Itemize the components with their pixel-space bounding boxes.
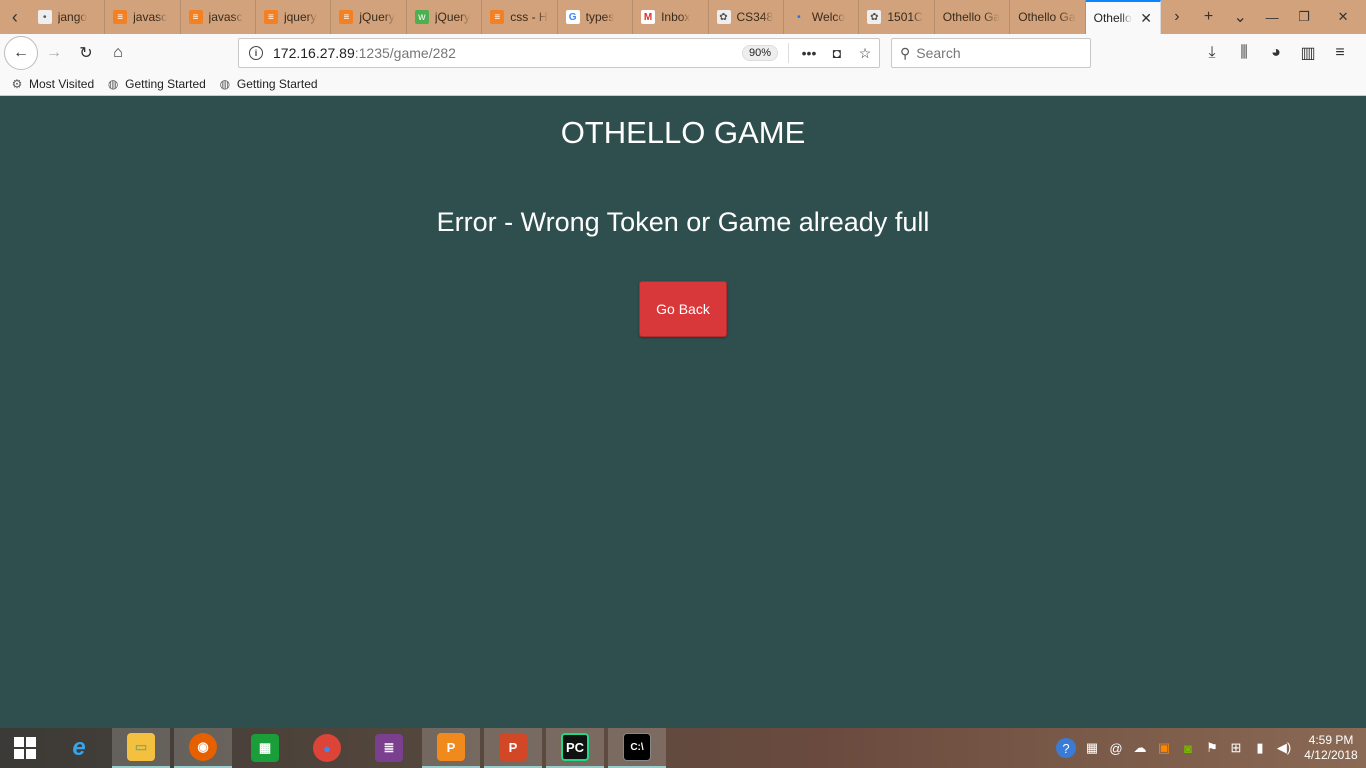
navigation-toolbar: ← → ↻ ⌂ i 172.16.27.89:1235/game/282 90%… bbox=[0, 34, 1366, 72]
tab-strip: ‹ • jango ≡ javasc ≡ javasc ≡ jquery ≡ jQuery… bbox=[0, 0, 1366, 34]
at-sign-icon[interactable]: @ bbox=[1104, 741, 1128, 756]
tab[interactable]: ≡ css - H bbox=[482, 0, 558, 34]
internet-explorer-icon[interactable]: e bbox=[50, 728, 108, 768]
google-icon: G bbox=[565, 10, 580, 24]
winrar-icon[interactable]: ≣ bbox=[360, 728, 418, 768]
stackoverflow-icon: ≡ bbox=[263, 10, 278, 24]
tab[interactable]: Othello Ga bbox=[1010, 0, 1086, 34]
restore-window-icon[interactable]: ❐ bbox=[1288, 0, 1320, 34]
library-icon[interactable]: ⫼ bbox=[1228, 44, 1260, 62]
colorful-app-icon[interactable]: ▦ bbox=[1080, 740, 1104, 756]
windows-start-icon[interactable] bbox=[0, 728, 50, 768]
bookmark-getting-started[interactable]: ◍ Getting Started bbox=[106, 77, 206, 91]
file-explorer-icon[interactable]: ▭ bbox=[112, 728, 170, 768]
site-info-icon[interactable]: i bbox=[249, 46, 263, 60]
url-path: :1235/game/282 bbox=[354, 45, 456, 61]
nvidia-icon[interactable]: ◙ bbox=[1176, 741, 1200, 756]
dot-icon: • bbox=[797, 11, 801, 23]
page-icon: • bbox=[37, 10, 52, 24]
tab[interactable]: Othello Ga bbox=[935, 0, 1011, 34]
bookmark-getting-started[interactable]: ◍ Getting Started bbox=[218, 77, 318, 91]
foxit-pdf-icon[interactable]: P bbox=[422, 728, 480, 768]
orange-app-icon[interactable]: ▣ bbox=[1152, 740, 1176, 756]
clock-time: 4:59 PM bbox=[1308, 733, 1354, 747]
tab[interactable]: • Welco bbox=[784, 0, 860, 34]
page-content: OTHELLO GAME Error - Wrong Token or Game… bbox=[0, 97, 1366, 728]
w3schools-icon: w bbox=[414, 10, 429, 24]
store-icon[interactable]: ▦ bbox=[236, 728, 294, 768]
tab[interactable]: ✿ 1501C bbox=[859, 0, 935, 34]
help-icon[interactable]: ? bbox=[1056, 738, 1076, 758]
globe-icon: ◍ bbox=[107, 76, 119, 91]
tab-active[interactable]: Othello ✕ bbox=[1085, 0, 1162, 34]
network-icon[interactable]: ⊞ bbox=[1224, 740, 1248, 756]
volume-icon[interactable]: ◀) bbox=[1272, 740, 1296, 756]
gear-icon: ⚙ bbox=[11, 76, 23, 91]
page-title: OTHELLO GAME bbox=[560, 115, 806, 150]
tab[interactable]: ≡ javasc bbox=[181, 0, 256, 34]
download-icon[interactable]: ⤓ bbox=[1196, 44, 1228, 62]
new-tab-icon[interactable]: + bbox=[1193, 0, 1225, 34]
chrome-icon[interactable]: ● bbox=[298, 728, 356, 768]
stackoverflow-icon: ≡ bbox=[490, 10, 505, 24]
windows-taskbar: e ▭ ◉ ▦ ● ≣ P P PC C:\ ? ▦ @ ☁ ▣ ◙ ⚑ ⊞ ▮… bbox=[0, 728, 1366, 768]
clock[interactable]: 4:59 PM 4/12/2018 bbox=[1296, 733, 1366, 763]
close-tab-icon[interactable]: ✕ bbox=[1140, 10, 1152, 27]
minimize-window-icon[interactable]: — bbox=[1256, 0, 1288, 34]
command-prompt-icon[interactable]: C:\ bbox=[608, 728, 666, 768]
university-seal-icon: ✿ bbox=[867, 10, 882, 24]
battery-icon[interactable]: ▮ bbox=[1248, 740, 1272, 756]
stackoverflow-icon: ≡ bbox=[339, 10, 354, 24]
tab[interactable]: M Inbox bbox=[633, 0, 709, 34]
url-host: 172.16.27.89 bbox=[273, 45, 355, 61]
tab-scroll-right-icon[interactable]: › bbox=[1161, 0, 1193, 34]
zoom-level-badge[interactable]: 90% bbox=[741, 45, 778, 61]
stackoverflow-icon: ≡ bbox=[113, 10, 128, 24]
tab[interactable]: Gtypes bbox=[558, 0, 634, 34]
flag-icon[interactable]: ⚑ bbox=[1200, 740, 1224, 756]
error-message: Error - Wrong Token or Game already full bbox=[436, 207, 930, 237]
search-input[interactable] bbox=[916, 45, 1067, 61]
clock-date: 4/12/2018 bbox=[1304, 748, 1358, 762]
gmail-icon: M bbox=[641, 10, 656, 24]
all-tabs-chevron-down-icon[interactable]: ⌄ bbox=[1224, 0, 1256, 34]
menu-hamburger-icon[interactable]: ≡ bbox=[1324, 44, 1356, 62]
search-icon: ⚲ bbox=[900, 44, 911, 61]
pocket-icon[interactable]: ◘ bbox=[823, 45, 851, 61]
tab[interactable]: ≡ javasc bbox=[105, 0, 181, 34]
search-box[interactable]: ⚲ bbox=[891, 38, 1091, 68]
go-back-button[interactable]: Go Back bbox=[639, 281, 727, 337]
sidebar-icon[interactable]: ▥ bbox=[1292, 43, 1324, 63]
powerpoint-icon[interactable]: P bbox=[484, 728, 542, 768]
tab[interactable]: w jQuery bbox=[407, 0, 483, 34]
tab[interactable]: • jango bbox=[30, 0, 106, 34]
cloud-icon[interactable]: ☁ bbox=[1128, 740, 1152, 756]
home-icon[interactable]: ⌂ bbox=[102, 37, 134, 69]
address-bar[interactable]: i 172.16.27.89:1235/game/282 90% ••• ◘ ☆ bbox=[238, 38, 880, 68]
tab[interactable]: ✿ CS348 bbox=[709, 0, 784, 34]
page-actions-ellipsis-icon[interactable]: ••• bbox=[795, 45, 823, 61]
stackoverflow-icon: ≡ bbox=[188, 10, 203, 24]
back-arrow-icon[interactable]: ← bbox=[4, 36, 38, 70]
url-divider bbox=[788, 43, 789, 63]
forward-arrow-icon[interactable]: → bbox=[38, 37, 70, 69]
bookmark-most-visited[interactable]: ⚙ Most Visited bbox=[10, 76, 95, 91]
bookmarks-toolbar: ⚙ Most Visited ◍ Getting Started ◍ Getting … bbox=[0, 72, 1366, 96]
system-tray: ? ▦ @ ☁ ▣ ◙ ⚑ ⊞ ▮ ◀) 4:59 PM 4/12/2018 bbox=[1056, 728, 1366, 768]
university-seal-icon: ✿ bbox=[716, 10, 731, 24]
pycharm-icon[interactable]: PC bbox=[546, 728, 604, 768]
close-window-icon[interactable]: ✕ bbox=[1320, 0, 1366, 34]
reload-icon[interactable]: ↻ bbox=[70, 37, 102, 69]
tab-scroll-left-icon[interactable]: ‹ bbox=[0, 0, 30, 34]
extension-icon[interactable]: ◕ bbox=[1260, 44, 1292, 62]
globe-icon: ◍ bbox=[219, 76, 231, 91]
firefox-icon[interactable]: ◉ bbox=[174, 728, 232, 768]
tab[interactable]: ≡ jQuery bbox=[331, 0, 407, 34]
bookmark-star-icon[interactable]: ☆ bbox=[851, 45, 879, 62]
tab[interactable]: ≡ jquery bbox=[256, 0, 332, 34]
